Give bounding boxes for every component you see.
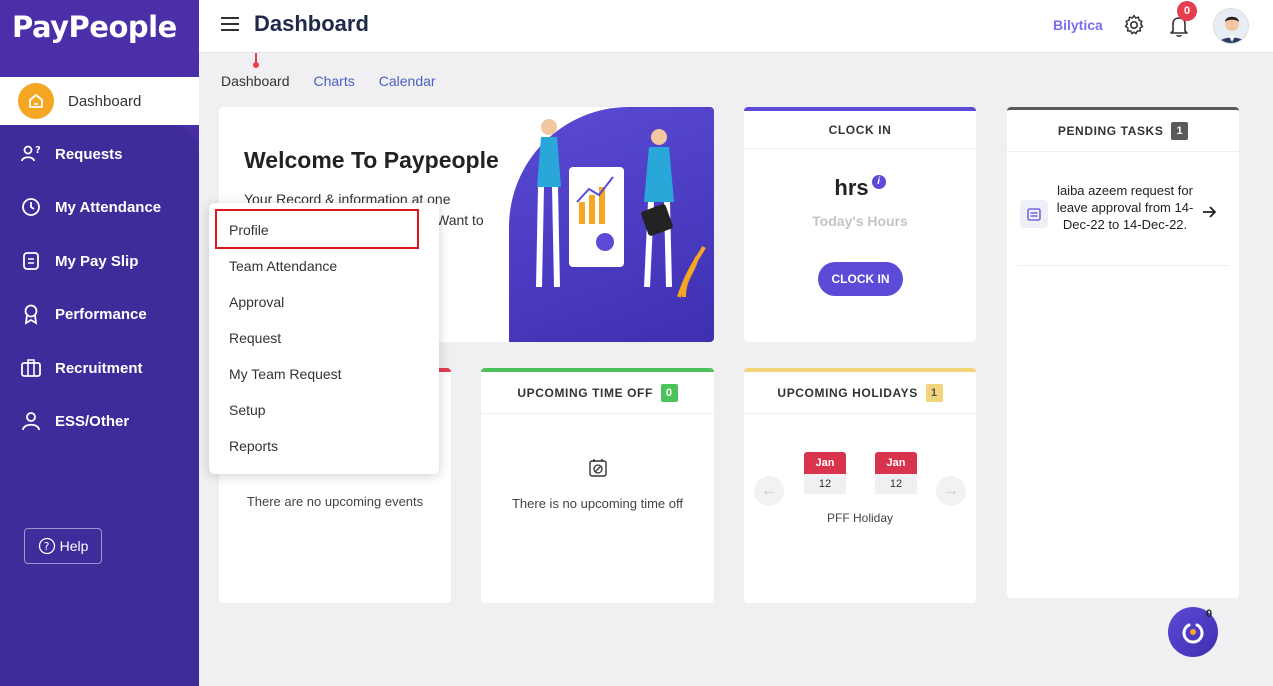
sidebar-item-label: Recruitment	[55, 359, 143, 377]
pending-tasks-title: PENDING TASKS	[1057, 123, 1164, 138]
payslip-icon	[23, 252, 39, 270]
svg-text:?: ?	[43, 540, 49, 553]
time-off-title: UPCOMING TIME OFF	[517, 385, 653, 400]
sidebar-item-requests[interactable]: ? Requests	[20, 143, 123, 165]
sidebar-item-recruitment[interactable]: Recruitment	[20, 357, 143, 379]
menu-toggle-icon[interactable]	[221, 17, 239, 31]
tab-calendar[interactable]: Calendar	[379, 73, 436, 89]
sidebar-item-dashboard[interactable]: Dashboard	[10, 78, 199, 124]
menu-item-my-team-request[interactable]: My Team Request	[229, 366, 342, 382]
holiday-month: Jan	[804, 452, 846, 474]
menu-item-request[interactable]: Request	[229, 330, 281, 346]
notification-badge: 0	[1177, 1, 1197, 21]
hours-value: hrs i	[744, 175, 976, 201]
help-label: Help	[59, 538, 89, 554]
task-row[interactable]: laiba azeem request for leave approval f…	[1017, 170, 1229, 266]
user-icon	[22, 412, 40, 431]
profile-dropdown-menu: Profile Team Attendance Approval Request…	[209, 203, 439, 474]
menu-item-reports[interactable]: Reports	[229, 438, 278, 454]
clock-icon	[22, 198, 40, 216]
clock-in-title: CLOCK IN	[744, 111, 976, 149]
power-icon	[1182, 623, 1204, 644]
sidebar: PayPeople Dashboard ? Requests My Attend…	[0, 0, 199, 686]
pending-tasks-header: PENDING TASKS 1	[1007, 110, 1239, 152]
sidebar-item-label: ESS/Other	[55, 412, 130, 430]
requests-icon: ?	[21, 145, 41, 162]
app-logo: PayPeople	[12, 10, 177, 44]
pending-tasks-count-badge: 1	[1171, 121, 1189, 140]
tab-charts[interactable]: Charts	[314, 73, 355, 89]
tab-dashboard[interactable]: Dashboard	[221, 73, 290, 89]
top-header: Dashboard Bilytica 0	[199, 0, 1273, 53]
hours-text: hrs	[834, 175, 869, 200]
events-empty-text: There are no upcoming events	[246, 494, 424, 509]
award-icon	[24, 304, 38, 325]
chevron-left-icon[interactable]: ←	[754, 476, 784, 506]
tab-indicator-dot	[253, 62, 259, 68]
time-off-empty-text: There is no upcoming time off	[511, 496, 683, 511]
holiday-date: Jan 12	[804, 452, 846, 494]
holidays-count-badge: 1	[925, 383, 943, 402]
sidebar-item-my-pay-slip[interactable]: My Pay Slip	[20, 250, 138, 272]
upcoming-holidays-card: UPCOMING HOLIDAYS 1 ← Jan 12 Jan 12 → PF…	[744, 368, 976, 603]
help-icon: ?	[38, 537, 55, 555]
calendar-list-icon	[1020, 200, 1048, 228]
holidays-header: UPCOMING HOLIDAYS 1	[744, 372, 976, 414]
today-hours-label: Today's Hours	[812, 213, 908, 229]
briefcase-icon	[21, 359, 41, 377]
clock-in-button[interactable]: CLOCK IN	[818, 262, 903, 296]
logo-area: PayPeople	[0, 0, 199, 77]
time-off-count-badge: 0	[660, 383, 678, 402]
no-time-off-icon	[587, 457, 609, 484]
menu-item-profile[interactable]: Profile	[229, 222, 269, 238]
holiday-name: PFF Holiday	[826, 511, 894, 525]
home-icon	[18, 83, 54, 119]
sidebar-item-label: My Pay Slip	[55, 252, 139, 270]
sidebar-item-label: My Attendance	[55, 198, 162, 216]
info-icon[interactable]: i	[871, 175, 886, 189]
welcome-title: Welcome To Paypeople	[244, 147, 499, 173]
time-off-header: UPCOMING TIME OFF 0	[481, 372, 714, 414]
dashboard-tabs: Dashboard Charts Calendar	[221, 73, 436, 89]
holiday-day: 12	[804, 474, 846, 494]
avatar[interactable]	[1213, 8, 1249, 44]
company-name[interactable]: Bilytica	[1053, 17, 1103, 33]
holiday-date: Jan 12	[875, 452, 917, 494]
holidays-title: UPCOMING HOLIDAYS	[777, 385, 918, 400]
help-button[interactable]: ? Help	[24, 528, 102, 564]
sidebar-item-label: Dashboard	[68, 92, 142, 110]
menu-item-approval[interactable]: Approval	[229, 294, 284, 310]
welcome-text-line2: Want to	[436, 212, 484, 228]
page-title: Dashboard	[254, 11, 369, 36]
holiday-day: 12	[875, 474, 917, 494]
sidebar-item-ess-other[interactable]: ESS/Other	[20, 410, 129, 432]
menu-item-team-attendance[interactable]: Team Attendance	[229, 258, 337, 274]
sidebar-item-label: Performance	[55, 305, 147, 323]
upcoming-time-off-card: UPCOMING TIME OFF 0 There is no upcoming…	[481, 368, 714, 603]
pending-tasks-card: PENDING TASKS 1 laiba azeem request for …	[1007, 107, 1239, 598]
clock-in-card: CLOCK IN hrs i Today's Hours CLOCK IN	[744, 107, 976, 342]
task-text: laiba azeem request for leave approval f…	[1056, 183, 1194, 232]
svg-text:?: ?	[35, 145, 41, 156]
holiday-month: Jan	[875, 452, 917, 474]
arrow-right-icon[interactable]	[1201, 204, 1217, 225]
sidebar-item-performance[interactable]: Performance	[20, 303, 147, 325]
welcome-illustration	[509, 107, 714, 342]
sidebar-item-label: Requests	[55, 145, 123, 163]
sidebar-item-my-attendance[interactable]: My Attendance	[20, 196, 161, 218]
fab-count-badge: 0	[1206, 608, 1213, 620]
menu-item-setup[interactable]: Setup	[229, 402, 266, 418]
gear-icon[interactable]	[1122, 13, 1146, 42]
chevron-right-icon[interactable]: →	[936, 476, 966, 506]
